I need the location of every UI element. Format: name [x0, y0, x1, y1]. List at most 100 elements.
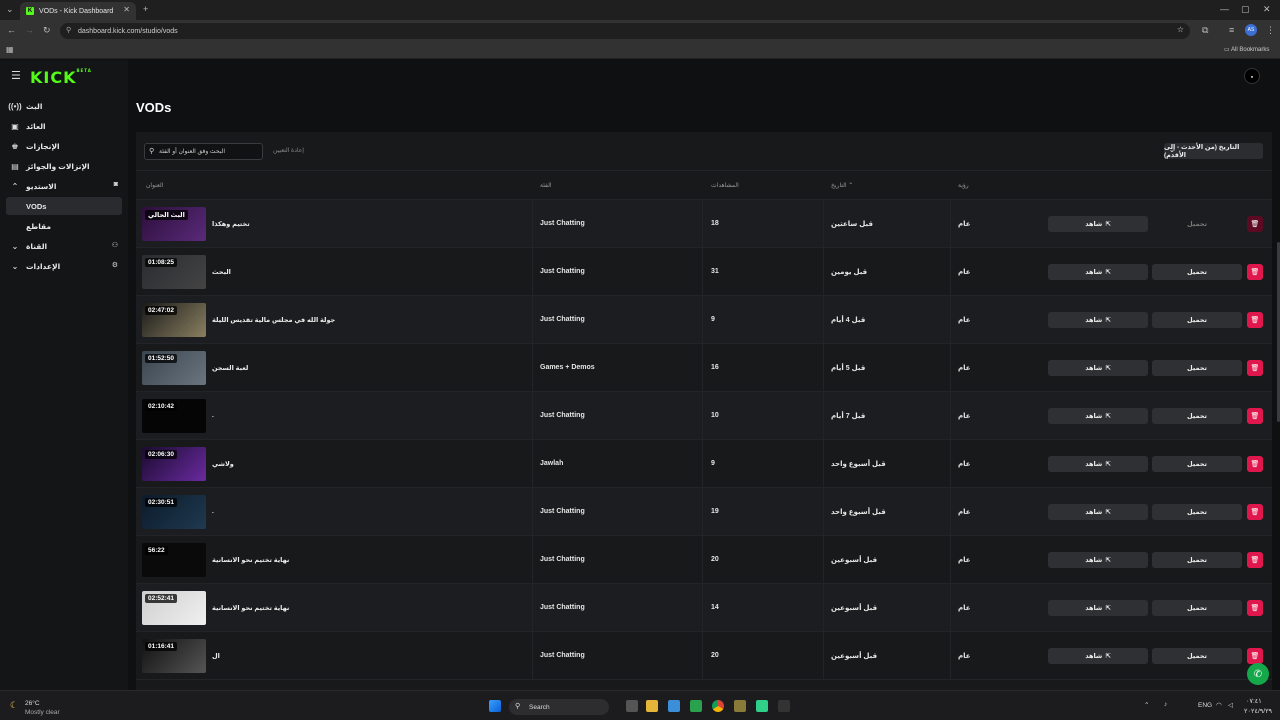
close-tab-icon[interactable]: ✕ [123, 5, 130, 14]
app-icon[interactable] [756, 700, 768, 712]
site-info-icon[interactable]: ⚲ [66, 26, 71, 34]
vod-thumbnail[interactable]: 02:30:51 [142, 495, 206, 529]
watch-button[interactable]: شاهد ⇱ [1048, 504, 1148, 520]
sort-dropdown[interactable]: ⌄ التاريخ (من الأحدث - إلى الأقدم) [1164, 143, 1263, 159]
kick-logo[interactable]: KICKBETA [30, 68, 92, 87]
all-bookmarks-link[interactable]: ▭ All Bookmarks [1224, 46, 1269, 53]
download-button[interactable]: تحميل [1152, 600, 1242, 616]
watch-button[interactable]: شاهد ⇱ [1048, 360, 1148, 376]
vod-thumbnail[interactable]: 02:47:02 [142, 303, 206, 337]
apps-grid-icon[interactable]: ▦ [6, 45, 14, 54]
download-button[interactable]: تحميل [1152, 456, 1242, 472]
maximize-icon[interactable]: ▢ [1241, 4, 1250, 15]
delete-button[interactable]: 🗑 [1247, 600, 1263, 616]
watch-button[interactable]: شاهد ⇱ [1048, 216, 1148, 232]
sidebar-item-stream[interactable]: ((•)) البث [6, 97, 122, 115]
download-button[interactable]: تحميل [1152, 552, 1242, 568]
help-chat-button[interactable]: ✆ [1247, 663, 1269, 685]
download-button[interactable]: تحميل [1152, 312, 1242, 328]
delete-button[interactable]: 🗑 [1247, 552, 1263, 568]
clock-time[interactable]: ٠٧:٤١ [1246, 697, 1262, 705]
extensions-icon[interactable]: ⧉ [1202, 25, 1208, 36]
task-view-icon[interactable] [626, 700, 638, 712]
vod-thumbnail[interactable]: 01:52:50 [142, 351, 206, 385]
vod-thumbnail[interactable]: البث الحالي [142, 207, 206, 241]
vod-thumbnail[interactable]: 01:08:25 [142, 255, 206, 289]
media-icon[interactable]: ≡ [1229, 25, 1234, 35]
xbox-icon[interactable] [690, 700, 702, 712]
reset-button[interactable]: إعادة التعيين [273, 147, 304, 154]
column-visibility[interactable]: رؤية [958, 182, 969, 189]
column-category[interactable]: الفئة [540, 182, 552, 189]
bookmark-star-icon[interactable]: ☆ [1177, 25, 1184, 34]
app-icon[interactable] [734, 700, 746, 712]
clock-date[interactable]: ٢٠٢٤/٩/٢٩ [1244, 707, 1272, 715]
sidebar-item-revenue[interactable]: ▣ العائد [6, 117, 122, 135]
file-explorer-icon[interactable] [646, 700, 658, 712]
volume-icon[interactable]: ◁ [1228, 701, 1233, 709]
watch-button[interactable]: شاهد ⇱ [1048, 552, 1148, 568]
vod-thumbnail[interactable]: 02:52:41 [142, 591, 206, 625]
download-button[interactable]: تحميل [1152, 408, 1242, 424]
forward-icon[interactable]: → [25, 25, 34, 35]
language-indicator[interactable]: ENG [1198, 702, 1212, 709]
user-avatar[interactable]: ● [1244, 68, 1260, 84]
column-date[interactable]: التاريخ ⌃ [831, 182, 853, 189]
chrome-icon[interactable] [712, 700, 724, 712]
main-content: VODs ● ⚲ البحث وفق العنوان أو الفئة إعاد… [128, 60, 1280, 690]
download-button[interactable]: تحميل [1152, 360, 1242, 376]
browser-tab[interactable]: K VODs - Kick Dashboard ✕ [20, 2, 136, 20]
weather-temp[interactable]: 26°C [25, 700, 40, 707]
tab-menu-icon[interactable]: ⌄ [6, 4, 14, 15]
delete-button[interactable]: 🗑 [1247, 456, 1263, 472]
sidebar-item-clips[interactable]: مقاطع [6, 217, 122, 235]
column-title[interactable]: العنوان [146, 182, 163, 189]
vod-thumbnail[interactable]: 01:16:41 [142, 639, 206, 673]
reload-icon[interactable]: ↻ [43, 25, 51, 36]
download-button[interactable]: تحميل [1152, 216, 1242, 232]
weather-icon[interactable]: ☾ [10, 700, 18, 711]
search-input[interactable]: ⚲ البحث وفق العنوان أو الفئة [144, 143, 263, 160]
vod-thumbnail[interactable]: 02:06:30 [142, 447, 206, 481]
sidebar-item-settings[interactable]: ⌄ الإعدادات ⚙ [6, 257, 122, 275]
hamburger-menu-icon[interactable]: ☰ [11, 69, 21, 82]
vod-thumbnail[interactable]: 02:10:42 [142, 399, 206, 433]
delete-button[interactable]: 🗑 [1247, 264, 1263, 280]
window-close-icon[interactable]: ✕ [1263, 4, 1271, 15]
wifi-icon[interactable]: ◠ [1216, 701, 1222, 709]
browser-menu-icon[interactable]: ⋮ [1266, 25, 1275, 36]
new-tab-icon[interactable]: + [143, 4, 148, 14]
download-button[interactable]: تحميل [1152, 504, 1242, 520]
url-input[interactable]: ⚲ dashboard.kick.com/studio/vods ☆ [60, 23, 1190, 39]
watch-button[interactable]: شاهد ⇱ [1048, 312, 1148, 328]
taskbar-search[interactable]: ⚲ Search [509, 699, 609, 715]
download-button[interactable]: تحميل [1152, 648, 1242, 664]
app-icon[interactable] [778, 700, 790, 712]
watch-button[interactable]: شاهد ⇱ [1048, 648, 1148, 664]
watch-button[interactable]: شاهد ⇱ [1048, 456, 1148, 472]
watch-button[interactable]: شاهد ⇱ [1048, 600, 1148, 616]
sidebar-item-drops[interactable]: ▤ الإنزالات والجوائز [6, 157, 122, 175]
store-icon[interactable] [668, 700, 680, 712]
delete-button[interactable]: 🗑 [1247, 504, 1263, 520]
sidebar-item-achievements[interactable]: ♚ الإنجازات [6, 137, 122, 155]
delete-button[interactable]: 🗑 [1247, 648, 1263, 664]
microphone-icon[interactable]: ♪ [1164, 701, 1167, 708]
sidebar-item-studio[interactable]: ⌃ الاستديو ◙ [6, 177, 122, 195]
vod-thumbnail[interactable]: 56:22 [142, 543, 206, 577]
column-views[interactable]: المشاهدات [711, 182, 739, 189]
sidebar-item-channel[interactable]: ⌄ القناة ⚇ [6, 237, 122, 255]
tray-chevron-icon[interactable]: ⌃ [1144, 701, 1149, 709]
delete-button[interactable]: 🗑 [1247, 312, 1263, 328]
delete-button[interactable]: 🗑 [1247, 216, 1263, 232]
start-icon[interactable] [489, 700, 501, 712]
watch-button[interactable]: شاهد ⇱ [1048, 264, 1148, 280]
delete-button[interactable]: 🗑 [1247, 360, 1263, 376]
minimize-icon[interactable]: — [1220, 4, 1229, 14]
profile-avatar[interactable]: AS [1245, 24, 1257, 36]
watch-button[interactable]: شاهد ⇱ [1048, 408, 1148, 424]
delete-button[interactable]: 🗑 [1247, 408, 1263, 424]
sidebar-item-vods[interactable]: VODs [6, 197, 122, 215]
download-button[interactable]: تحميل [1152, 264, 1242, 280]
back-icon[interactable]: ← [7, 25, 16, 35]
